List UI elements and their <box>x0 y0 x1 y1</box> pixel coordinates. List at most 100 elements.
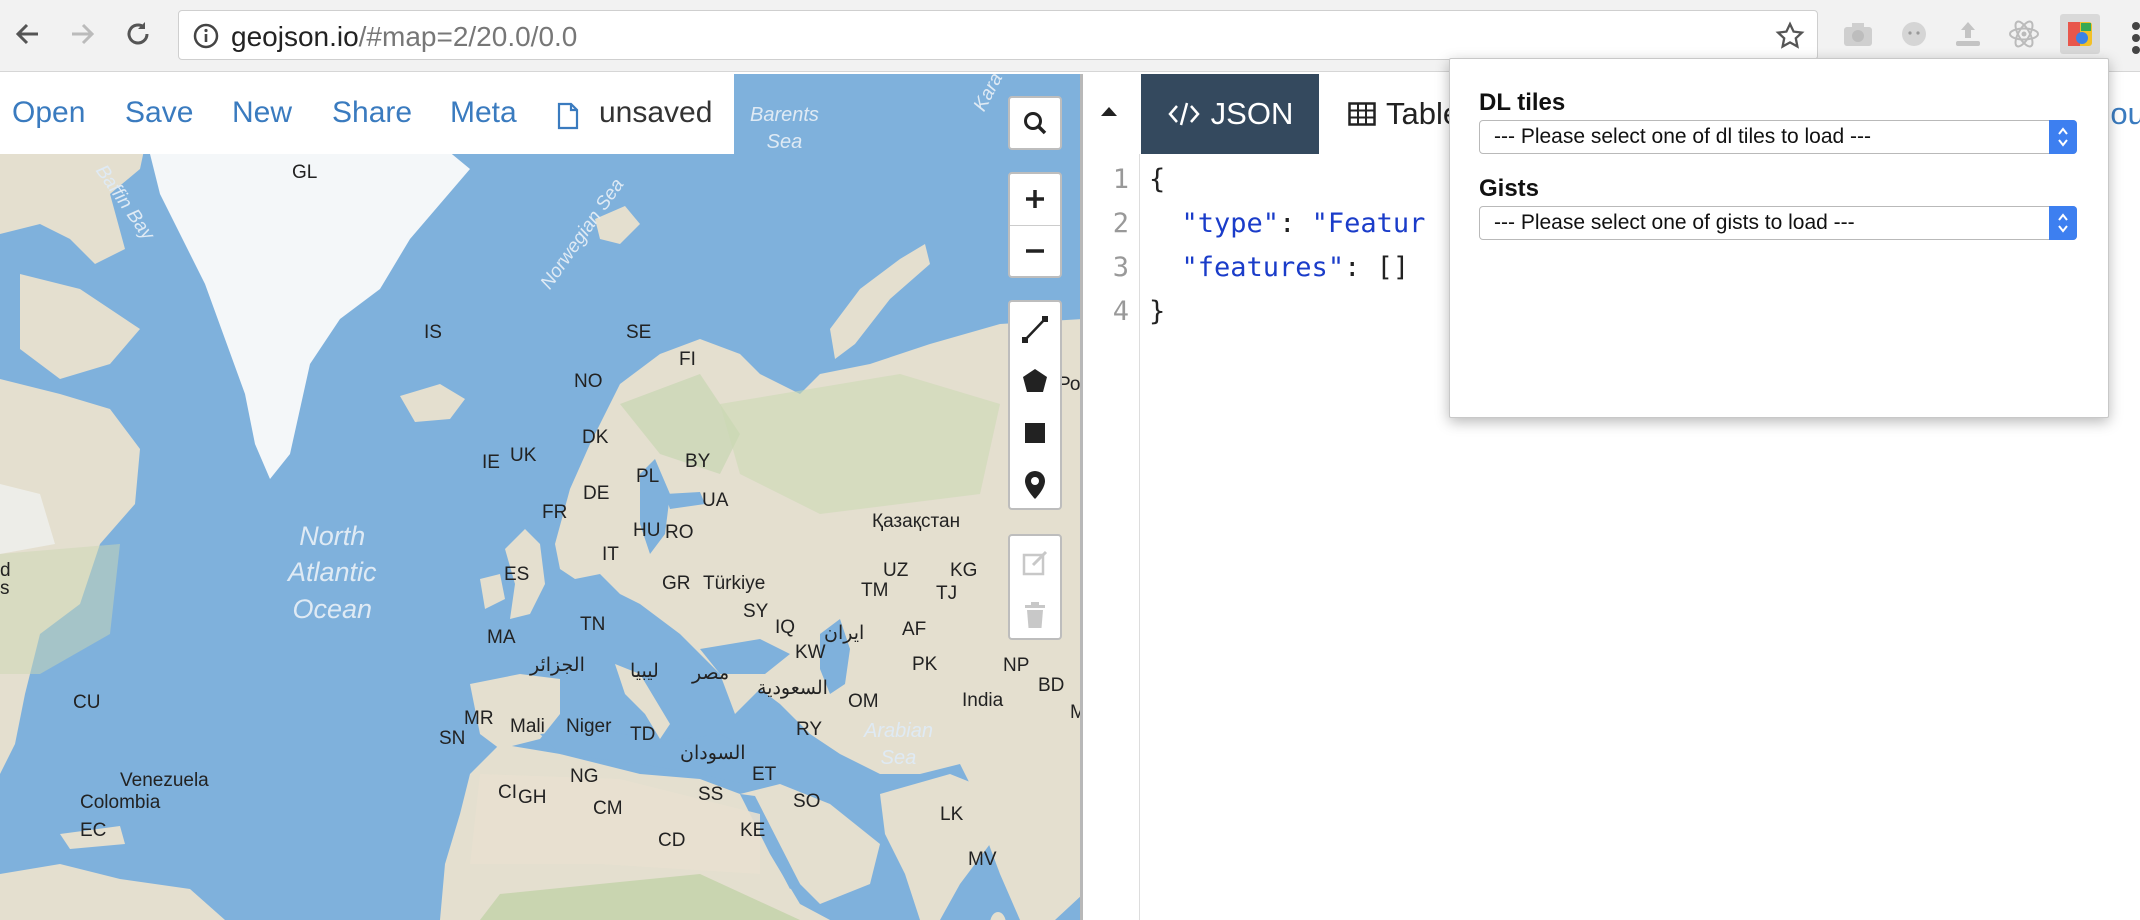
sea-label: North Atlantic Ocean <box>288 521 377 624</box>
edit-icon <box>1022 550 1048 576</box>
open-menu[interactable]: Open <box>12 96 85 130</box>
tab-json[interactable]: JSON <box>1141 74 1319 154</box>
zoom-out-button[interactable] <box>1010 226 1060 276</box>
minus-icon <box>1026 249 1044 253</box>
country-label: TM <box>861 580 889 601</box>
country-label: GR <box>662 573 691 594</box>
country-label: DK <box>582 427 609 448</box>
save-menu[interactable]: Save <box>125 96 193 130</box>
share-menu[interactable]: Share <box>332 96 412 130</box>
address-bar[interactable]: geojson.io/#map=2/20.0/0.0 <box>178 10 1818 60</box>
gists-select[interactable]: --- Please select one of gists to load -… <box>1479 206 2077 240</box>
reload-button[interactable] <box>118 14 158 54</box>
country-label: TJ <box>936 583 958 604</box>
extension-react[interactable] <box>2004 14 2044 54</box>
country-label: PK <box>912 654 938 675</box>
dl-tiles-select[interactable]: --- Please select one of dl tiles to loa… <box>1479 120 2077 154</box>
tab-table[interactable]: Table <box>1348 96 1460 132</box>
draw-line-button[interactable] <box>1010 304 1060 354</box>
face-extension-icon <box>1902 22 1926 46</box>
back-arrow-icon <box>15 23 38 45</box>
country-label: KW <box>795 642 826 663</box>
search-control <box>1008 96 1062 150</box>
country-label: EC <box>80 820 107 841</box>
bookmark-star-icon[interactable] <box>1775 21 1805 51</box>
camera-extension-icon <box>1844 23 1872 46</box>
forward-button[interactable] <box>62 14 102 54</box>
country-label: BY <box>685 451 711 472</box>
code-text[interactable]: "type": "Featur <box>1149 208 1426 239</box>
extension-upload[interactable] <box>1948 14 1988 54</box>
country-label: DE <box>583 483 610 504</box>
country-label: ET <box>752 764 777 785</box>
country-label: s <box>0 578 10 599</box>
code-icon <box>1167 102 1200 126</box>
url-host: geojson.io <box>231 21 359 52</box>
country-label: MV <box>968 849 997 870</box>
collapse-caret-icon[interactable] <box>1099 104 1119 118</box>
country-label: SY <box>743 601 769 622</box>
country-label: CD <box>658 830 686 851</box>
url-text[interactable]: geojson.io/#map=2/20.0/0.0 <box>231 21 577 53</box>
polygon-icon <box>1023 369 1047 392</box>
trash-icon <box>1025 602 1045 628</box>
edit-control <box>1008 534 1062 640</box>
map-view[interactable]: GL IS SE NO FI DK UK IE BY PL DE UA FR HU RO IT ES GR Türk… <box>0 74 1083 920</box>
sea-label: Barents Sea <box>750 104 819 153</box>
gists-select-value: --- Please select one of gists to load -… <box>1494 211 1855 234</box>
country-label: SE <box>626 322 652 343</box>
country-label: SN <box>439 728 466 749</box>
country-label: HU <box>633 520 661 541</box>
code-text[interactable]: "features": [] <box>1149 252 1410 283</box>
country-label: Niger <box>566 716 612 737</box>
code-text[interactable]: { <box>1149 164 1165 195</box>
dl-tiles-label: DL tiles <box>1479 89 1566 116</box>
country-label: IE <box>482 452 500 473</box>
draw-rectangle-button[interactable] <box>1010 408 1060 458</box>
colorful-extension-icon <box>2068 22 2092 46</box>
edit-layers-button[interactable] <box>1010 538 1060 588</box>
delete-layers-button[interactable] <box>1010 590 1060 640</box>
code-text[interactable]: } <box>1149 296 1165 327</box>
map-search-button[interactable] <box>1010 98 1060 148</box>
extension-camera[interactable] <box>1838 14 1878 54</box>
country-label: السودان <box>680 743 746 764</box>
country-label: CM <box>593 798 623 819</box>
extension-active[interactable] <box>2060 14 2100 54</box>
gists-label: Gists <box>1479 175 1540 202</box>
reload-icon <box>127 22 149 45</box>
line-number: 2 <box>1112 208 1129 239</box>
menu-dot-1[interactable] <box>2132 22 2140 30</box>
country-label: IS <box>424 322 442 343</box>
country-label: GH <box>518 787 547 808</box>
country-label: FI <box>679 349 696 370</box>
zoom-in-button[interactable] <box>1010 174 1060 224</box>
country-label: ES <box>504 564 530 585</box>
draw-polygon-button[interactable] <box>1010 356 1060 406</box>
back-button[interactable] <box>8 14 48 54</box>
extension-face[interactable] <box>1894 14 1934 54</box>
line-number: 3 <box>1112 252 1129 283</box>
menu-dot-3[interactable] <box>2132 46 2140 54</box>
country-label: IT <box>602 544 619 565</box>
country-label: AF <box>902 619 927 640</box>
country-label: TN <box>580 614 606 635</box>
new-menu[interactable]: New <box>232 96 292 130</box>
select-chevron-icon <box>2049 206 2077 240</box>
country-label: BD <box>1038 675 1065 696</box>
country-label: KE <box>740 820 766 841</box>
country-label: SS <box>698 784 724 805</box>
meta-menu[interactable]: Meta <box>450 96 517 130</box>
extension-popup: DL tiles --- Please select one of dl til… <box>1449 58 2109 418</box>
draw-marker-button[interactable] <box>1010 460 1060 510</box>
plus-icon <box>1026 190 1044 208</box>
country-label: SO <box>793 791 821 812</box>
country-label: ليبيا <box>630 661 659 682</box>
menu-dot-2[interactable] <box>2132 34 2140 42</box>
country-label: India <box>962 690 1004 711</box>
react-extension-icon <box>2009 20 2039 48</box>
country-label: TD <box>630 724 656 745</box>
country-label: RO <box>665 522 694 543</box>
info-icon[interactable] <box>193 23 219 49</box>
country-label: FR <box>542 502 568 523</box>
